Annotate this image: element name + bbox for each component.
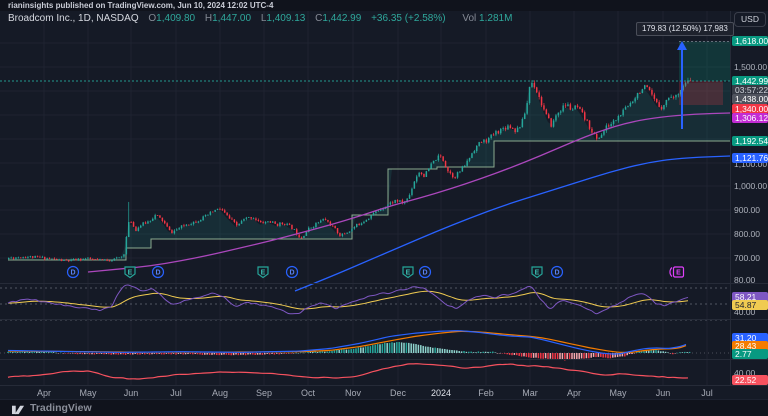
ma-blue-value-label: 1,121.76	[732, 153, 768, 163]
symbol-legend-row: Broadcom Inc., 1D, NASDAQ O1,409.80 H1,4…	[8, 13, 512, 24]
open-label: O	[148, 13, 156, 24]
tradingview-logo-icon[interactable]	[12, 402, 25, 415]
time-tick-oct: Oct	[301, 388, 315, 398]
earnings-badge[interactable]: E	[258, 267, 268, 278]
rsi-lines	[8, 285, 688, 314]
time-tick-mar: Mar	[522, 388, 538, 398]
tradingview-chart-screenshot: D E D E D E D E D E rianinsights published on Tra…	[0, 0, 768, 416]
upcoming-earnings-badge[interactable]: E	[670, 267, 684, 277]
volume-label: Vol	[462, 13, 476, 24]
time-tick-apr: Apr	[567, 388, 581, 398]
band-value-label: 1,192.54	[732, 136, 768, 146]
price-tick: 1,500.00	[734, 63, 767, 72]
dividend-badge[interactable]: D	[68, 267, 79, 278]
svg-text:E: E	[676, 270, 681, 277]
low-value: 1,409.13	[266, 13, 305, 24]
price-tick: 1,000.00	[734, 182, 767, 191]
svg-text:D: D	[155, 270, 160, 277]
brand-label[interactable]: TradingView	[30, 402, 92, 414]
dividend-badge[interactable]: D	[153, 267, 164, 278]
svg-text:E: E	[535, 269, 540, 276]
support-band	[8, 82, 730, 260]
rsi-ma-value-label: 54.87	[732, 300, 768, 310]
dividend-badge[interactable]: D	[287, 267, 298, 278]
symbol-title[interactable]: Broadcom Inc., 1D, NASDAQ	[8, 13, 139, 24]
svg-text:D: D	[289, 270, 294, 277]
chart-canvas[interactable]: DEDEDEDEDE	[0, 0, 768, 416]
earnings-badge[interactable]: E	[532, 267, 542, 278]
time-tick-jul: Jul	[170, 388, 182, 398]
time-tick-may: May	[79, 388, 96, 398]
time-tick-aug: Aug	[212, 388, 228, 398]
adx-line	[8, 364, 688, 379]
gridlines	[0, 10, 730, 386]
time-tick-jun: Jun	[656, 388, 671, 398]
time-tick-sep: Sep	[256, 388, 272, 398]
volume-value: 1.281M	[479, 13, 512, 24]
svg-text:D: D	[70, 270, 75, 277]
svg-text:E: E	[406, 269, 411, 276]
position-tool-tooltip: 179.83 (12.50%) 17,983	[636, 22, 734, 36]
close-value: 1,442.99	[322, 13, 361, 24]
svg-text:E: E	[128, 269, 133, 276]
price-tick: 80.00	[734, 276, 755, 285]
publish-bar: rianinsights published on TradingView.co…	[0, 0, 768, 11]
dividend-badge[interactable]: D	[552, 267, 563, 278]
time-tick-jun: Jun	[124, 388, 139, 398]
price-tick: 700.00	[734, 254, 760, 263]
macd-hist-value-label: 2.77	[732, 349, 768, 359]
high-value: 1,447.00	[212, 13, 251, 24]
footer-bar: TradingView	[0, 399, 768, 416]
time-tick-dec: Dec	[390, 388, 406, 398]
svg-text:D: D	[554, 270, 559, 277]
stop-price-label: 1,340.00	[732, 104, 768, 114]
prev-high-label: 1,438.00	[732, 94, 768, 104]
ma-purple-value-label: 1,306.12	[732, 113, 768, 123]
publish-line: rianinsights published on TradingView.co…	[8, 1, 273, 10]
svg-text:E: E	[261, 269, 266, 276]
time-tick-may: May	[609, 388, 626, 398]
earnings-badge[interactable]: E	[403, 267, 413, 278]
open-value: 1,409.80	[156, 13, 195, 24]
adx-value-label: 22.52	[732, 375, 768, 385]
dividend-badge[interactable]: D	[420, 267, 431, 278]
change-value: +36.35 (+2.58%)	[371, 13, 446, 24]
currency-toggle-button[interactable]: USD	[734, 12, 766, 27]
event-badges: DEDEDEDEDE	[68, 267, 684, 278]
time-tick-feb: Feb	[478, 388, 494, 398]
time-tick-2024: 2024	[431, 388, 451, 398]
svg-text:D: D	[422, 270, 427, 277]
time-tick-apr: Apr	[37, 388, 51, 398]
target-price-label: 1,618.00	[732, 36, 768, 46]
pane-separators	[0, 10, 768, 386]
price-tick: 800.00	[734, 230, 760, 239]
price-tick: 900.00	[734, 206, 760, 215]
time-tick-jul: Jul	[701, 388, 713, 398]
earnings-badge[interactable]: E	[125, 267, 135, 278]
time-tick-nov: Nov	[345, 388, 361, 398]
